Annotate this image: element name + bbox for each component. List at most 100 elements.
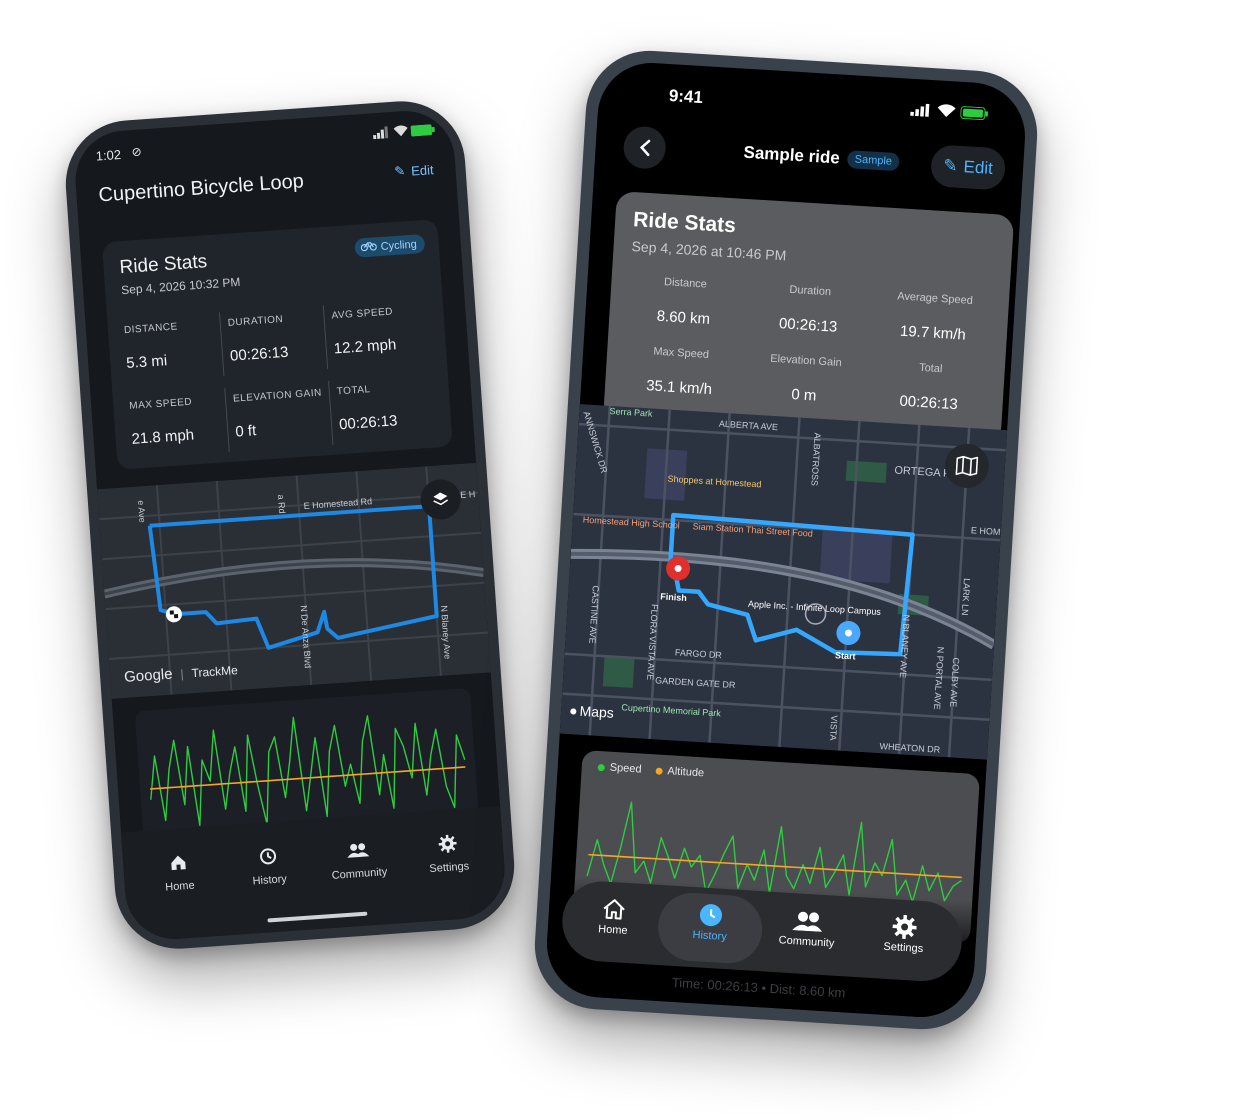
street-label: E HOMI — [971, 525, 1004, 537]
route-map[interactable]: Finish Start Serra Park Shoppes at Homes… — [559, 404, 1008, 760]
legend-item-speed: Speed — [597, 761, 642, 776]
tab-settings[interactable]: Settings — [858, 909, 950, 956]
stat-value: 00:26:13 — [778, 315, 838, 336]
tab-home[interactable]: Home — [568, 891, 660, 938]
stat-duration: DURATION 00:26:13 — [221, 301, 326, 382]
altitude-line — [588, 853, 962, 879]
nav-label: History — [252, 873, 288, 888]
maps-attribution: ● Maps — [569, 702, 615, 721]
history-icon — [222, 841, 313, 871]
phone-left: 1:02 ⊘ Cupertino Bicycle Loop ✎ Edit Rid… — [61, 97, 519, 953]
stat-label: Max Speed — [653, 345, 710, 361]
tab-label: Home — [597, 923, 628, 938]
stat-label: DURATION — [227, 313, 284, 329]
phone-right: 9:41 Sample ride Sample ✎ Edit Ride Stat… — [531, 47, 1041, 1033]
street-label: E H — [460, 489, 476, 500]
stat-label: Elevation Gain — [769, 352, 843, 370]
nav-settings[interactable]: Settings — [402, 829, 495, 877]
phone-right-screen: 9:41 Sample ride Sample ✎ Edit Ride Stat… — [543, 59, 1029, 1021]
start-label: Start — [835, 650, 856, 661]
stat-total: TOTAL 00:26:13 — [330, 370, 435, 451]
stat-value: 00:26:13 — [898, 392, 959, 414]
nav-label: Community — [331, 866, 388, 882]
ride-stats-card: Ride Stats Sep 4, 2026 at 10:46 PM Dista… — [602, 191, 1015, 445]
edit-label: Edit — [963, 157, 994, 178]
legend-swatch — [597, 763, 605, 771]
stat-label: MAX SPEED — [128, 396, 193, 412]
edit-label: Edit — [410, 161, 435, 179]
stat-value: 21.8 mph — [131, 426, 195, 448]
stat-duration: Duration 00:26:13 — [744, 281, 875, 338]
stat-avg-speed: AVG SPEED 12.2 mph — [324, 294, 429, 375]
route-map[interactable]: E Homestead Rd a Rd N De Anza Blvd N Bla… — [97, 462, 491, 699]
stat-label: Total — [918, 361, 943, 376]
phone-left-screen: 1:02 ⊘ Cupertino Bicycle Loop ✎ Edit Rid… — [72, 107, 508, 943]
status-time: 1:02 — [95, 146, 122, 164]
layers-icon — [433, 492, 449, 506]
battery-icon — [960, 106, 989, 124]
home-icon — [568, 891, 660, 926]
stat-distance: Distance 8.60 km — [619, 273, 750, 330]
card-title: Ride Stats — [118, 251, 208, 279]
stat-max-speed: Max Speed 35.1 km/h — [615, 343, 746, 400]
nav-home[interactable]: Home — [133, 848, 226, 896]
street-label: a Rd — [276, 494, 287, 514]
stat-value: 0 ft — [234, 422, 257, 441]
ride-stats-card: Ride Stats Sep 4, 2026 10:32 PM Cycling … — [101, 218, 453, 470]
stat-value: 19.7 km/h — [899, 322, 967, 344]
community-icon — [312, 835, 403, 865]
map-canvas: Finish Start Serra Park Shoppes at Homes… — [559, 404, 1008, 760]
finish-label: Finish — [660, 591, 687, 603]
page-title: Sample ride — [743, 142, 841, 168]
page-title: Cupertino Bicycle Loop — [97, 170, 305, 207]
stat-label: Duration — [789, 283, 832, 299]
home-icon — [133, 848, 224, 878]
status-bar: 9:41 — [597, 60, 1028, 146]
status-time: 9:41 — [668, 86, 704, 108]
card-title: Ride Stats — [632, 208, 737, 238]
stat-elevation-gain: ELEVATION GAIN 0 ft — [226, 377, 331, 458]
legend-label: Speed — [609, 761, 642, 776]
settings-icon — [859, 909, 951, 944]
chart-legend: Speed Altitude — [597, 761, 704, 779]
edit-button[interactable]: ✎ Edit — [394, 161, 434, 180]
maps-logo: Maps — [579, 702, 615, 721]
activity-badge: Cycling — [354, 233, 426, 258]
chevron-left-icon — [639, 139, 651, 157]
stat-average-speed: Average Speed 19.7 km/h — [869, 289, 1000, 346]
series-1-line — [150, 766, 466, 790]
stat-value: 8.60 km — [656, 307, 711, 328]
stat-max-speed: MAX SPEED 21.8 mph — [122, 384, 227, 465]
tab-history[interactable]: History — [664, 897, 756, 944]
google-logo: Google — [123, 665, 174, 686]
nav-history[interactable]: History — [222, 841, 315, 889]
alarm-icon: ⊘ — [131, 144, 143, 160]
street-label: VISTA — [828, 715, 840, 741]
card-date: Sep 4, 2026 10:32 PM — [120, 274, 241, 298]
community-icon — [762, 903, 854, 938]
legend-swatch — [655, 766, 663, 775]
edit-button[interactable]: ✎ Edit — [929, 144, 1007, 191]
stat-label: TOTAL — [336, 384, 371, 398]
stat-label: Distance — [663, 276, 708, 291]
nav-label: Home — [164, 879, 196, 894]
stat-total: Total 00:26:13 — [864, 359, 995, 416]
bicycle-icon — [360, 240, 377, 254]
nav-community[interactable]: Community — [312, 835, 405, 883]
history-icon — [665, 897, 757, 932]
back-button[interactable] — [622, 125, 667, 170]
nav-label: Settings — [429, 860, 470, 876]
battery-icon — [410, 123, 435, 140]
tab-community[interactable]: Community — [761, 903, 853, 950]
wifi-icon — [936, 102, 957, 121]
signal-icon — [910, 103, 931, 120]
stat-value: 35.1 km/h — [645, 377, 713, 399]
stat-value: 00:26:13 — [229, 343, 289, 365]
tab-label: History — [692, 929, 728, 944]
wifi-icon — [392, 124, 409, 141]
map-icon — [955, 455, 979, 476]
attribution-text: TrackMe — [191, 662, 239, 680]
stat-distance: DISTANCE 5.3 mi — [117, 309, 222, 390]
legend-item-altitude: Altitude — [655, 764, 704, 779]
stat-label: DISTANCE — [123, 321, 179, 337]
